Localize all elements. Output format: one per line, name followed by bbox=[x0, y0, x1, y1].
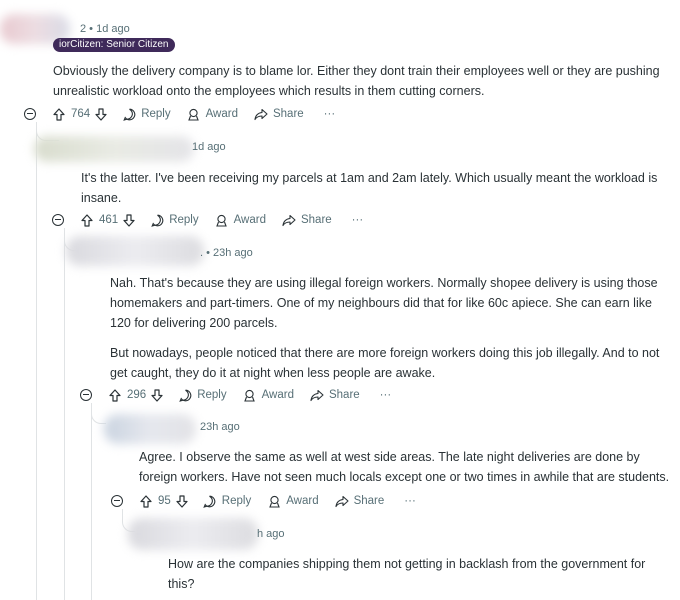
downvote-icon[interactable] bbox=[122, 213, 136, 227]
comment-meta: 2 • 1d ago bbox=[80, 23, 130, 35]
share-icon bbox=[254, 107, 268, 121]
award-icon bbox=[215, 213, 229, 227]
share-icon bbox=[282, 213, 296, 227]
comment-body: Nah. That's because they are using illeg… bbox=[110, 273, 675, 383]
share-button[interactable]: Share bbox=[310, 388, 360, 402]
thread-line bbox=[36, 122, 37, 600]
share-label: Share bbox=[272, 108, 304, 120]
comment-meta: h ago bbox=[257, 528, 285, 540]
comment-paragraph: It's the latter. I've been receiving my … bbox=[81, 171, 658, 205]
reply-icon bbox=[122, 107, 136, 121]
comment-actions: 461 Reply Award Share ··· bbox=[52, 210, 363, 230]
award-label: Award bbox=[286, 495, 319, 507]
thread-line bbox=[64, 228, 65, 600]
reply-button[interactable]: Reply bbox=[122, 107, 171, 121]
award-label: Award bbox=[205, 108, 238, 120]
avatar[interactable] bbox=[128, 518, 258, 550]
vote-count: 296 bbox=[127, 389, 147, 401]
reply-icon bbox=[203, 494, 217, 508]
upvote-icon[interactable] bbox=[80, 213, 94, 227]
comment-paragraph: How are the companies shipping them not … bbox=[168, 557, 646, 591]
vote-group: 296 bbox=[108, 388, 164, 402]
more-options-button[interactable]: ··· bbox=[404, 495, 416, 507]
award-button[interactable]: Award bbox=[215, 213, 266, 227]
comment-paragraph: Agree. I observe the same as well at wes… bbox=[139, 450, 670, 484]
share-icon bbox=[310, 388, 324, 402]
reply-label: Reply bbox=[141, 108, 171, 120]
user-flair: iorCitizen: Senior Citizen bbox=[53, 38, 175, 52]
reply-button[interactable]: Reply bbox=[178, 388, 227, 402]
reply-label: Reply bbox=[169, 214, 199, 226]
share-label: Share bbox=[300, 214, 332, 226]
reply-label: Reply bbox=[197, 389, 227, 401]
upvote-icon[interactable] bbox=[108, 388, 122, 402]
more-options-button[interactable]: ··· bbox=[352, 214, 364, 226]
share-button[interactable]: Share bbox=[282, 213, 332, 227]
award-button[interactable]: Award bbox=[243, 388, 294, 402]
comment-paragraph: Obviously the delivery company is to bla… bbox=[53, 64, 660, 98]
comment-paragraph: Nah. That's because they are using illeg… bbox=[110, 276, 658, 330]
comment-body: It's the latter. I've been receiving my … bbox=[81, 168, 673, 208]
award-icon bbox=[243, 388, 257, 402]
share-label: Share bbox=[328, 389, 360, 401]
downvote-icon[interactable] bbox=[175, 494, 189, 508]
vote-group: 95 bbox=[139, 494, 189, 508]
award-icon bbox=[267, 494, 281, 508]
downvote-icon[interactable] bbox=[94, 107, 108, 121]
comment-actions: 764 Reply Award Share ··· bbox=[24, 104, 335, 124]
vote-group: 461 bbox=[80, 213, 136, 227]
collapse-icon[interactable] bbox=[52, 214, 64, 226]
share-label: Share bbox=[353, 495, 385, 507]
reply-icon bbox=[178, 388, 192, 402]
vote-count: 461 bbox=[99, 214, 119, 226]
reply-button[interactable]: Reply bbox=[150, 213, 199, 227]
share-icon bbox=[335, 494, 349, 508]
comment-body: How are the companies shipping them not … bbox=[168, 554, 668, 594]
comment-actions: 296 Reply Award Share ··· bbox=[80, 385, 391, 405]
more-options-button[interactable]: ··· bbox=[324, 108, 336, 120]
comment-meta: 1d ago bbox=[192, 141, 226, 153]
thread-line bbox=[91, 403, 92, 600]
more-options-button[interactable]: ··· bbox=[380, 389, 392, 401]
avatar[interactable] bbox=[66, 236, 204, 266]
collapse-icon[interactable] bbox=[80, 389, 92, 401]
share-button[interactable]: Share bbox=[335, 494, 385, 508]
award-icon bbox=[187, 107, 201, 121]
avatar[interactable] bbox=[34, 136, 194, 162]
comment-meta: 23h ago bbox=[200, 421, 240, 433]
thread-elbow bbox=[91, 403, 106, 424]
reply-label: Reply bbox=[221, 495, 252, 507]
award-button[interactable]: Award bbox=[267, 494, 319, 508]
comment-paragraph: But nowadays, people noticed that there … bbox=[110, 346, 660, 380]
vote-count: 764 bbox=[71, 108, 91, 120]
vote-group: 764 bbox=[52, 107, 108, 121]
downvote-icon[interactable] bbox=[150, 388, 164, 402]
comment-body: Agree. I observe the same as well at wes… bbox=[139, 447, 677, 487]
collapse-icon[interactable] bbox=[111, 495, 123, 507]
upvote-icon[interactable] bbox=[52, 107, 66, 121]
comment-body: Obviously the delivery company is to bla… bbox=[53, 61, 673, 101]
vote-count: 95 bbox=[158, 495, 171, 507]
award-button[interactable]: Award bbox=[187, 107, 238, 121]
share-button[interactable]: Share bbox=[254, 107, 304, 121]
comment-meta: . • 23h ago bbox=[200, 247, 253, 259]
upvote-icon[interactable] bbox=[139, 494, 153, 508]
collapse-icon[interactable] bbox=[24, 108, 36, 120]
award-label: Award bbox=[233, 214, 266, 226]
reply-button[interactable]: Reply bbox=[203, 494, 251, 508]
comment-actions: 95 Reply Award Share ··· bbox=[111, 491, 416, 511]
reply-icon bbox=[150, 213, 164, 227]
award-label: Award bbox=[261, 389, 294, 401]
avatar[interactable] bbox=[104, 414, 196, 444]
